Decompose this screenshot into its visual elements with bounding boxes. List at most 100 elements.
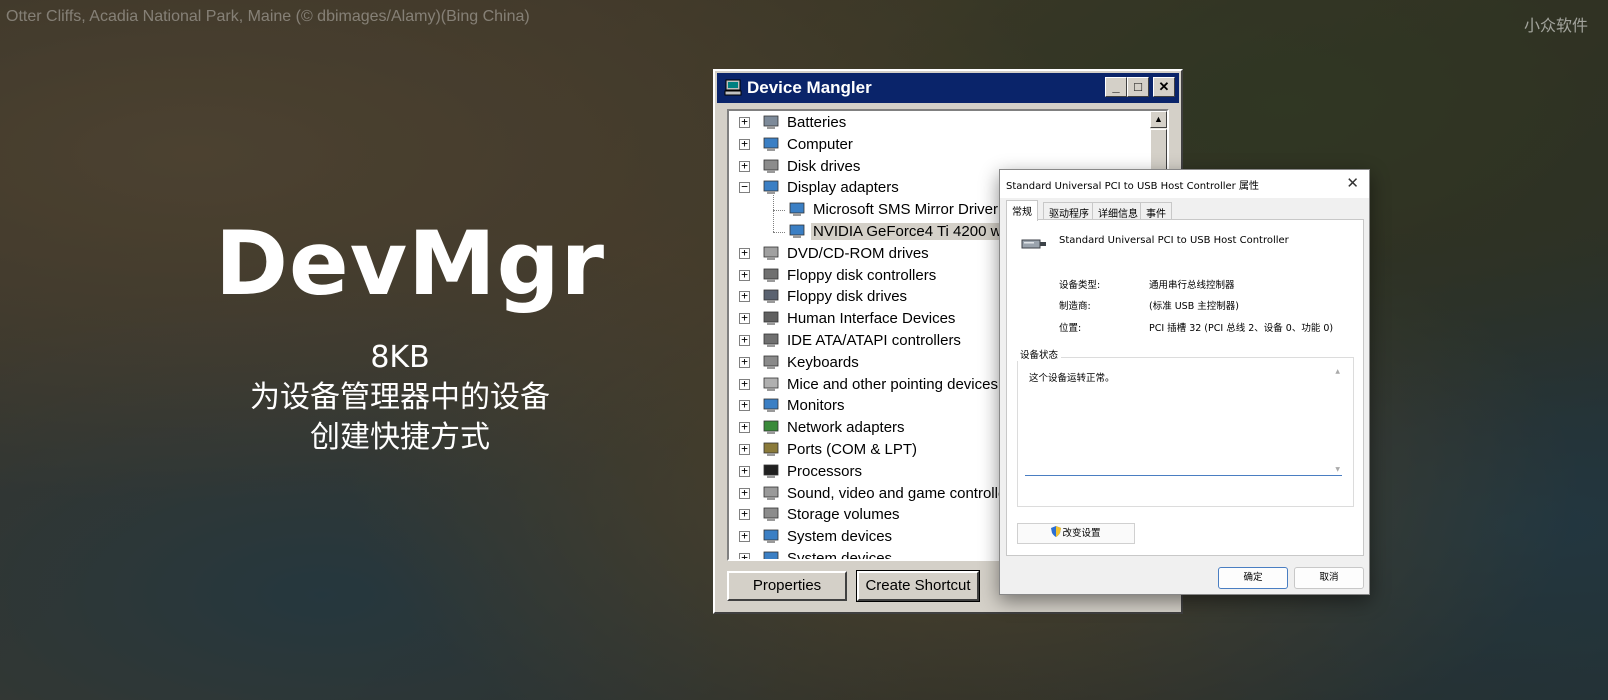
tree-item-label: System devices (787, 528, 893, 546)
tree-item-label: Floppy disk controllers (787, 266, 937, 284)
floppy-drive-icon (763, 289, 779, 304)
create-shortcut-button[interactable]: Create Shortcut (856, 570, 980, 602)
manufacturer-label: 制造商: (1059, 301, 1091, 312)
expand-icon[interactable]: + (739, 116, 750, 128)
expand-icon[interactable]: + (739, 312, 750, 325)
expand-icon[interactable]: + (739, 399, 750, 412)
expand-icon[interactable]: + (739, 269, 750, 281)
expand-icon[interactable]: + (739, 508, 750, 521)
tree-item-label: NVIDIA GeForce4 Ti 4200 w (811, 223, 1004, 240)
tree-connector-line (773, 210, 785, 212)
tree-item-label: IDE ATA/ATAPI controllers (787, 332, 961, 349)
hero-description: 8KB 为设备管理器中的设备 创建快捷方式 (175, 338, 625, 458)
scroll-down-icon[interactable]: ▼ (1335, 466, 1340, 473)
dialog-close-icon[interactable]: ✕ (1346, 174, 1359, 192)
computer-icon (763, 137, 779, 151)
expand-icon[interactable]: + (739, 160, 750, 172)
tree-connector-line (773, 195, 774, 233)
expand-icon[interactable]: + (739, 552, 750, 559)
wallpaper-credit: Otter Cliffs, Acadia National Park, Main… (6, 8, 530, 25)
window-title: Device Mangler (747, 78, 872, 97)
change-settings-button[interactable]: 改变设置 (1017, 523, 1135, 544)
hid-icon (763, 311, 779, 326)
processor-icon (763, 464, 779, 478)
tree-item-label: Display adapters (787, 179, 899, 197)
sound-icon (763, 486, 779, 500)
device-status-text: 这个设备运转正常。 (1029, 373, 1115, 384)
tab-general[interactable]: 常规 (1006, 200, 1038, 221)
tree-item-label: Disk drives (787, 157, 861, 175)
system-device-icon (763, 529, 779, 544)
cancel-button[interactable]: 取消 (1294, 567, 1364, 589)
device-type-value: 通用串行总线控制器 (1149, 280, 1235, 291)
properties-button[interactable]: Properties (727, 571, 847, 601)
window-titlebar[interactable]: Device Mangler _ □ ✕ (717, 73, 1179, 103)
floppy-controller-icon (763, 268, 779, 282)
device-status-label: 设备状态 (1017, 347, 1062, 361)
expand-icon[interactable]: + (739, 334, 750, 346)
hero-tagline-1: 为设备管理器中的设备 (250, 380, 550, 415)
dialog-title: Standard Universal PCI to USB Host Contr… (1006, 181, 1259, 192)
dialog-titlebar[interactable]: Standard Universal PCI to USB Host Contr… (1000, 170, 1369, 198)
expand-icon[interactable]: + (739, 356, 750, 368)
tree-item-label: Monitors (787, 397, 845, 415)
tree-category-item[interactable]: + Computer (729, 134, 1149, 156)
scroll-up-icon[interactable]: ▲ (1335, 368, 1340, 375)
tree-connector-line (773, 232, 785, 233)
tree-item-label: Network adapters (787, 419, 905, 437)
tree-item-label: Computer (787, 135, 853, 153)
monitor-icon (763, 398, 779, 413)
monitor-icon (789, 202, 805, 217)
location-value: PCI 插槽 32 (PCI 总线 2、设备 0、功能 0) (1149, 323, 1334, 334)
expand-icon[interactable]: + (739, 138, 750, 150)
uac-shield-icon (1051, 526, 1062, 537)
expand-icon[interactable]: + (739, 421, 750, 434)
device-name: Standard Universal PCI to USB Host Contr… (1059, 235, 1289, 246)
battery-icon (763, 115, 779, 129)
display-adapter-icon (763, 180, 779, 195)
maximize-button[interactable]: □ (1127, 77, 1149, 97)
tree-item-label: Storage volumes (787, 506, 900, 524)
properties-dialog: Standard Universal PCI to USB Host Contr… (999, 169, 1370, 595)
tree-category-item[interactable]: + Batteries (729, 112, 1149, 134)
tree-item-label: DVD/CD-ROM drives (787, 244, 929, 262)
expand-icon[interactable]: + (739, 530, 750, 543)
tree-item-label: Processors (787, 462, 863, 480)
expand-icon[interactable]: + (739, 290, 750, 303)
location-label: 位置: (1059, 323, 1082, 334)
expand-icon[interactable]: + (739, 487, 750, 499)
manufacturer-value: (标准 USB 主控制器) (1149, 301, 1239, 312)
tab-driver[interactable]: 驱动程序 (1043, 202, 1095, 220)
expand-icon[interactable]: + (739, 378, 750, 390)
expand-icon[interactable]: + (739, 443, 750, 455)
cdrom-icon (763, 246, 779, 260)
scroll-up-arrow-icon[interactable]: ▲ (1150, 111, 1167, 128)
collapse-icon[interactable]: − (739, 181, 750, 194)
tree-item-label: Mice and other pointing devices (787, 375, 998, 393)
expand-icon[interactable]: + (739, 247, 750, 259)
ok-button[interactable]: 确定 (1218, 567, 1288, 589)
hero-title: DevMgr (215, 212, 606, 315)
tree-item-label: Batteries (787, 114, 847, 131)
tree-item-label: Keyboards (787, 353, 859, 371)
tree-item-label: System devices (787, 550, 893, 561)
hero-size: 8KB (370, 340, 430, 375)
minimize-button[interactable]: _ (1105, 77, 1127, 97)
tab-details[interactable]: 详细信息 (1092, 202, 1144, 220)
tree-item-label: Sound, video and game controlle (787, 484, 1007, 502)
change-settings-label: 改变设置 (1062, 528, 1101, 539)
disk-drive-icon (763, 159, 779, 173)
system-device-icon (763, 551, 779, 559)
port-icon (763, 442, 779, 456)
hero-tagline-2: 创建快捷方式 (310, 420, 490, 455)
tree-item-label: Microsoft SMS Mirror Driver (813, 201, 999, 219)
device-status-textbox[interactable]: 这个设备运转正常。 ▲ ▼ (1025, 366, 1342, 476)
tree-item-label: Floppy disk drives (787, 288, 908, 306)
expand-icon[interactable]: + (739, 465, 750, 477)
close-button[interactable]: ✕ (1153, 77, 1175, 97)
tree-item-label: Human Interface Devices (787, 310, 956, 328)
brand-watermark: 小众软件 (1523, 16, 1588, 35)
device-type-label: 设备类型: (1059, 280, 1101, 291)
tab-events[interactable]: 事件 (1140, 202, 1172, 220)
computer-icon (724, 79, 742, 96)
